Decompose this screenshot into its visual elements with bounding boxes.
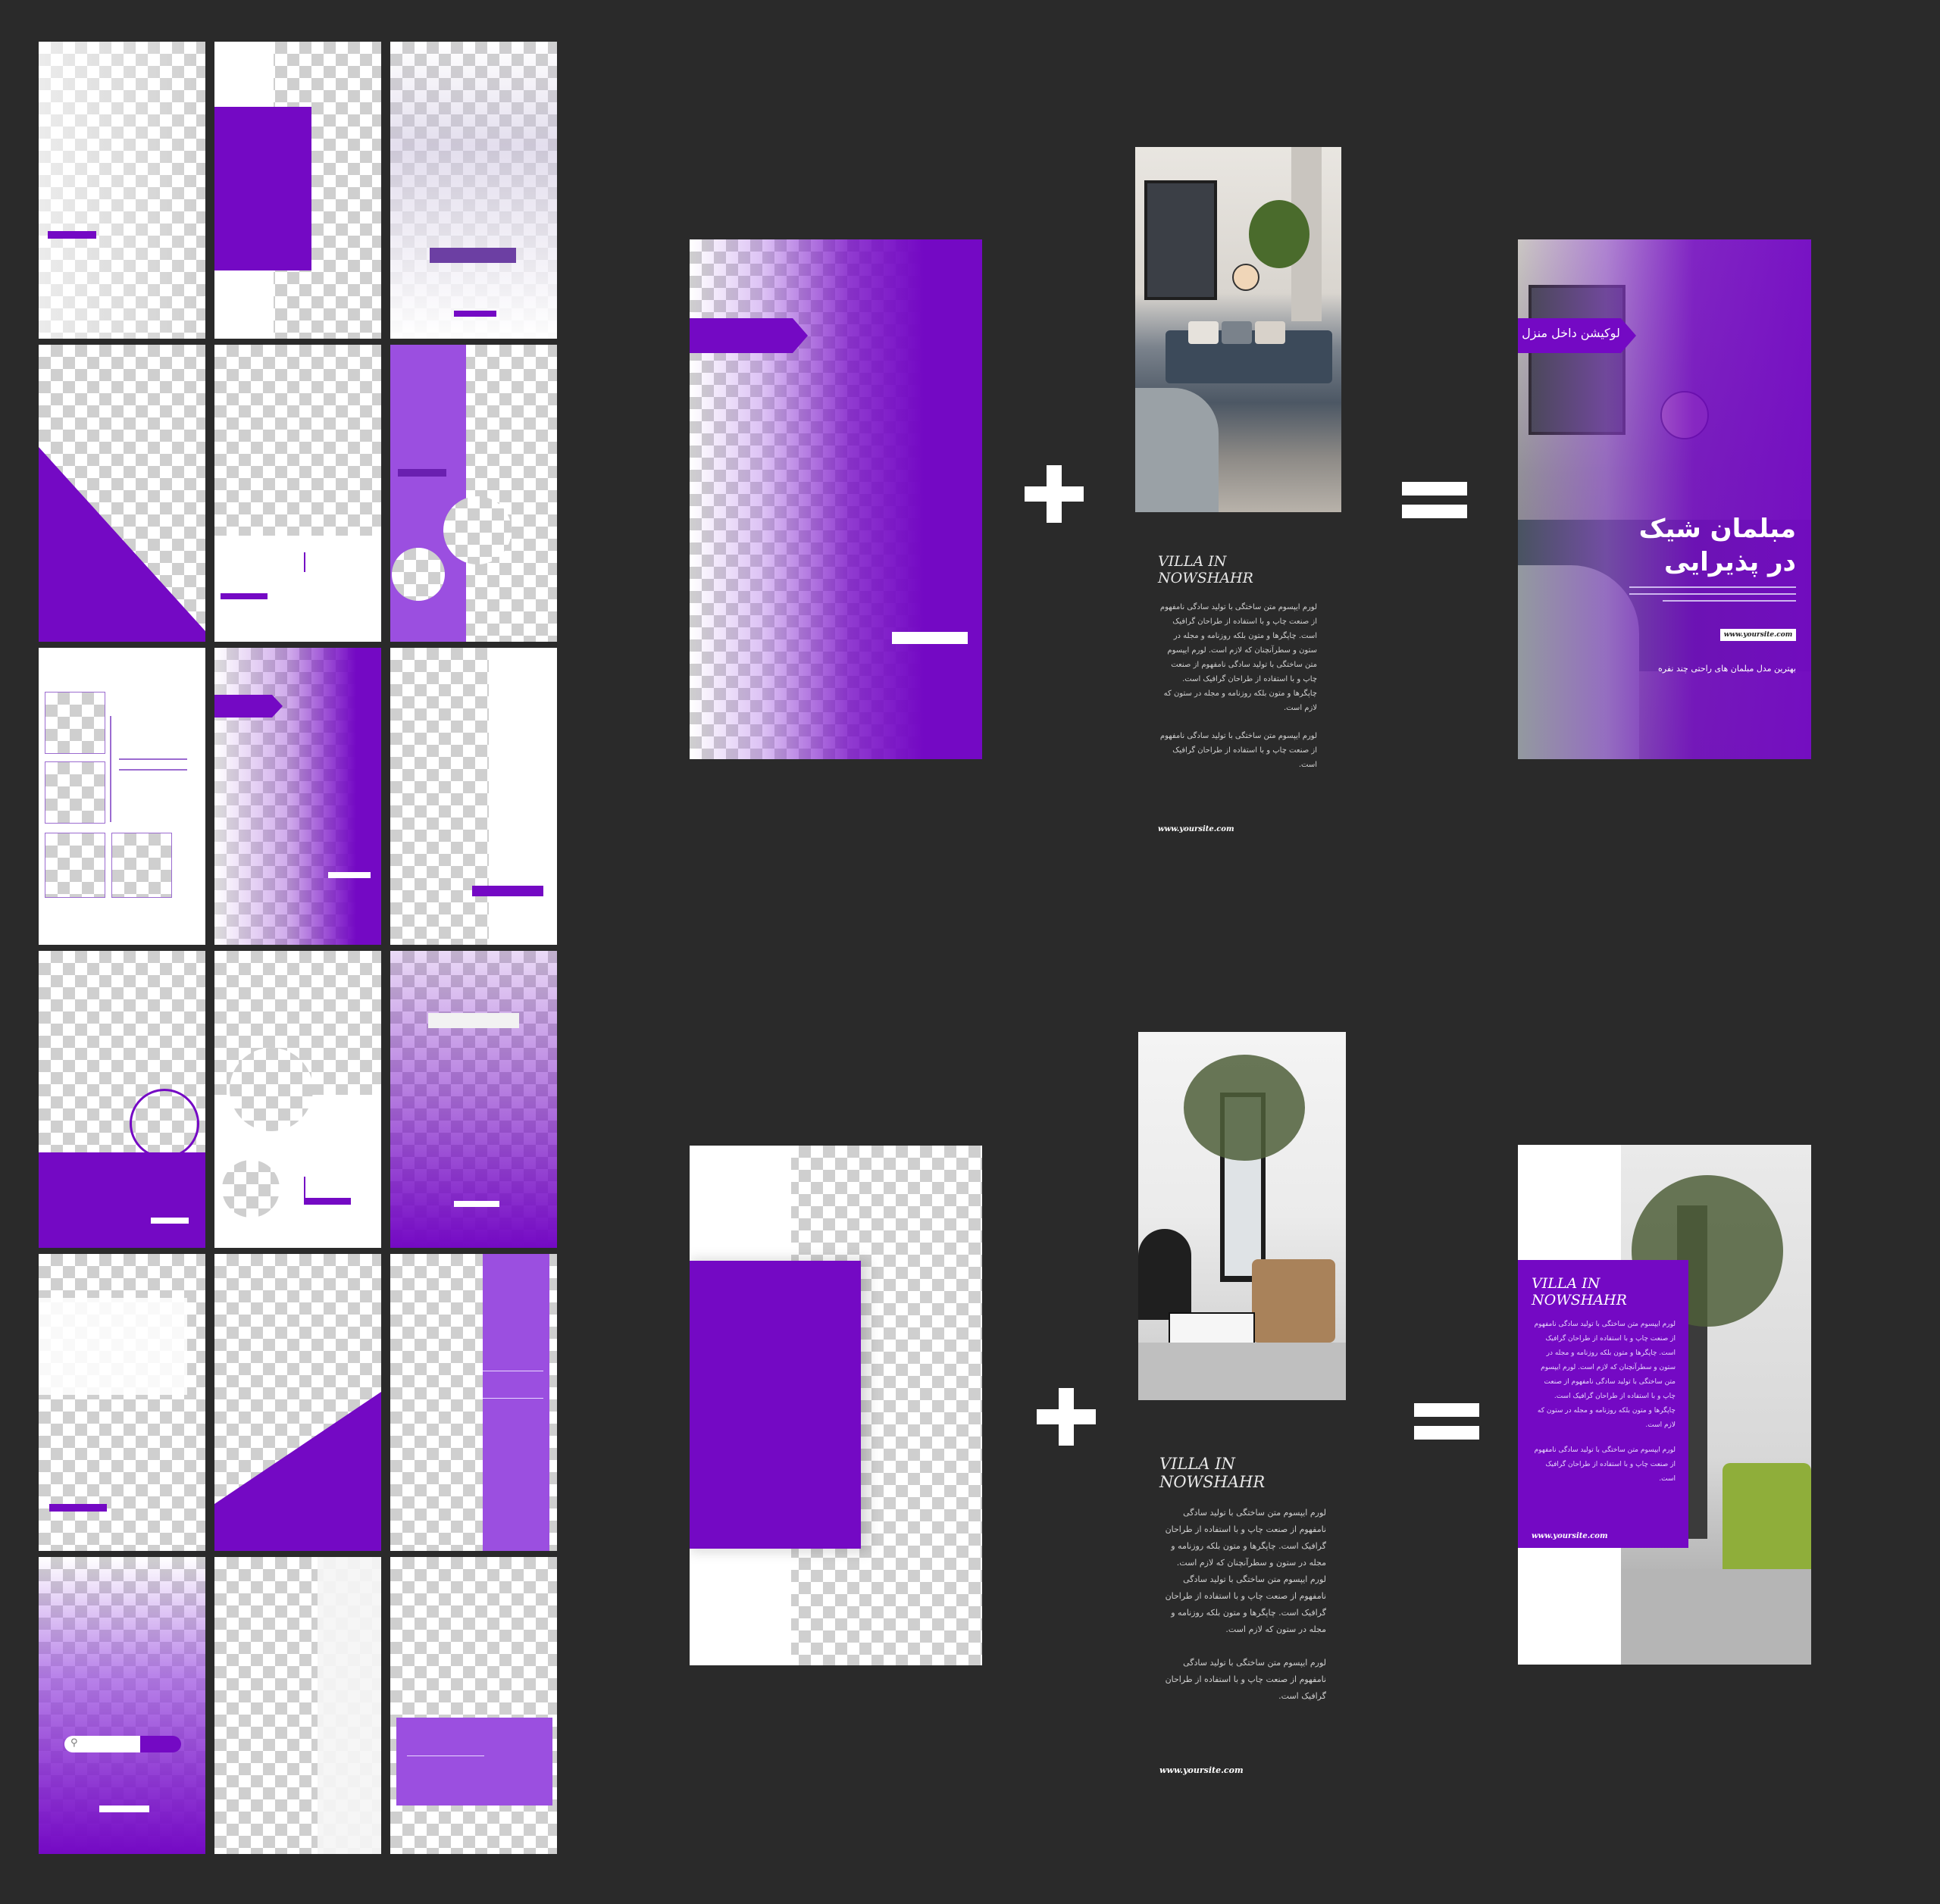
template-tile-6[interactable]	[390, 345, 557, 642]
result-poster-2[interactable]: VILLA IN NOWSHAHR لورم ایپسوم متن ساختگی…	[1518, 1145, 1811, 1665]
template-tile-7[interactable]	[39, 648, 205, 945]
template-tile-13[interactable]	[39, 1254, 205, 1551]
template-tile-4[interactable]	[39, 345, 205, 642]
overlay-template-2[interactable]	[690, 1146, 982, 1665]
result-poster-1[interactable]: لوکیشن داخل منزل مبلمان شیک در پذیرایی w…	[1518, 239, 1811, 759]
caption-title: VILLA IN NOWSHAHR	[1159, 1455, 1266, 1491]
template-tile-1[interactable]	[39, 42, 205, 339]
template-tile-12[interactable]	[390, 951, 557, 1248]
template-tile-2[interactable]	[214, 42, 381, 339]
interior-photo-2	[1138, 1032, 1346, 1400]
poster-content: VILLA IN NOWSHAHR لورم ایپسوم متن ساختگی…	[1532, 1275, 1676, 1540]
template-tile-5[interactable]	[214, 345, 381, 642]
template-tile-11[interactable]	[214, 951, 381, 1248]
caption-paragraph-2: لورم ایپسوم متن ساختگی با تولید سادگی نا…	[1165, 1658, 1326, 1701]
template-tile-16[interactable]: ⚲	[39, 1557, 205, 1854]
template-tile-14[interactable]	[214, 1254, 381, 1551]
poster-paragraph-1: لورم ایپسوم متن ساختگی با تولید سادگی نا…	[1534, 1321, 1676, 1429]
caption-paragraph-1: لورم ایپسوم متن ساختگی با تولید سادگی نا…	[1159, 603, 1317, 712]
template-tile-17[interactable]	[214, 1557, 381, 1854]
caption-paragraph-2: لورم ایپسوم متن ساختگی با تولید سادگی نا…	[1159, 732, 1317, 769]
caption-website: www.yoursite.com	[1158, 825, 1234, 833]
poster-title: VILLA IN NOWSHAHR	[1532, 1275, 1627, 1308]
caption-paragraph-1: لورم ایپسوم متن ساختگی با تولید سادگی نا…	[1165, 1508, 1326, 1634]
template-tile-3[interactable]	[390, 42, 557, 339]
website-pill: www.yoursite.com	[1720, 629, 1796, 641]
interior-photo-1	[1135, 147, 1341, 512]
poster-website: www.yoursite.com	[1532, 1532, 1608, 1540]
template-tile-8[interactable]	[214, 648, 381, 945]
template-tile-10[interactable]	[39, 951, 205, 1248]
caption-block-2: VILLA IN NOWSHAHR لورم ایپسوم متن ساختگی…	[1159, 1455, 1326, 1775]
search-icon: ⚲	[70, 1737, 78, 1749]
template-tile-18[interactable]	[390, 1557, 557, 1854]
template-tile-9[interactable]	[390, 648, 557, 945]
caption-title: VILLA IN NOWSHAHR	[1158, 553, 1253, 586]
location-badge: لوکیشن داخل منزل	[1522, 326, 1620, 340]
template-tile-15[interactable]	[390, 1254, 557, 1551]
caption-block-1: VILLA IN NOWSHAHR لورم ایپسوم متن ساختگی…	[1158, 553, 1317, 833]
headline-line-1: مبلمان شیک	[1638, 514, 1796, 544]
poster-paragraph-2: لورم ایپسوم متن ساختگی با تولید سادگی نا…	[1534, 1446, 1676, 1483]
overlay-template-1[interactable]	[690, 239, 982, 759]
caption-website: www.yoursite.com	[1159, 1765, 1244, 1775]
small-copy-lines	[1629, 586, 1796, 607]
tagline: بهترین مدل مبلمان های راحتی چند نفره	[1657, 664, 1796, 674]
headline-line-2: در پذیرایی	[1663, 547, 1796, 577]
